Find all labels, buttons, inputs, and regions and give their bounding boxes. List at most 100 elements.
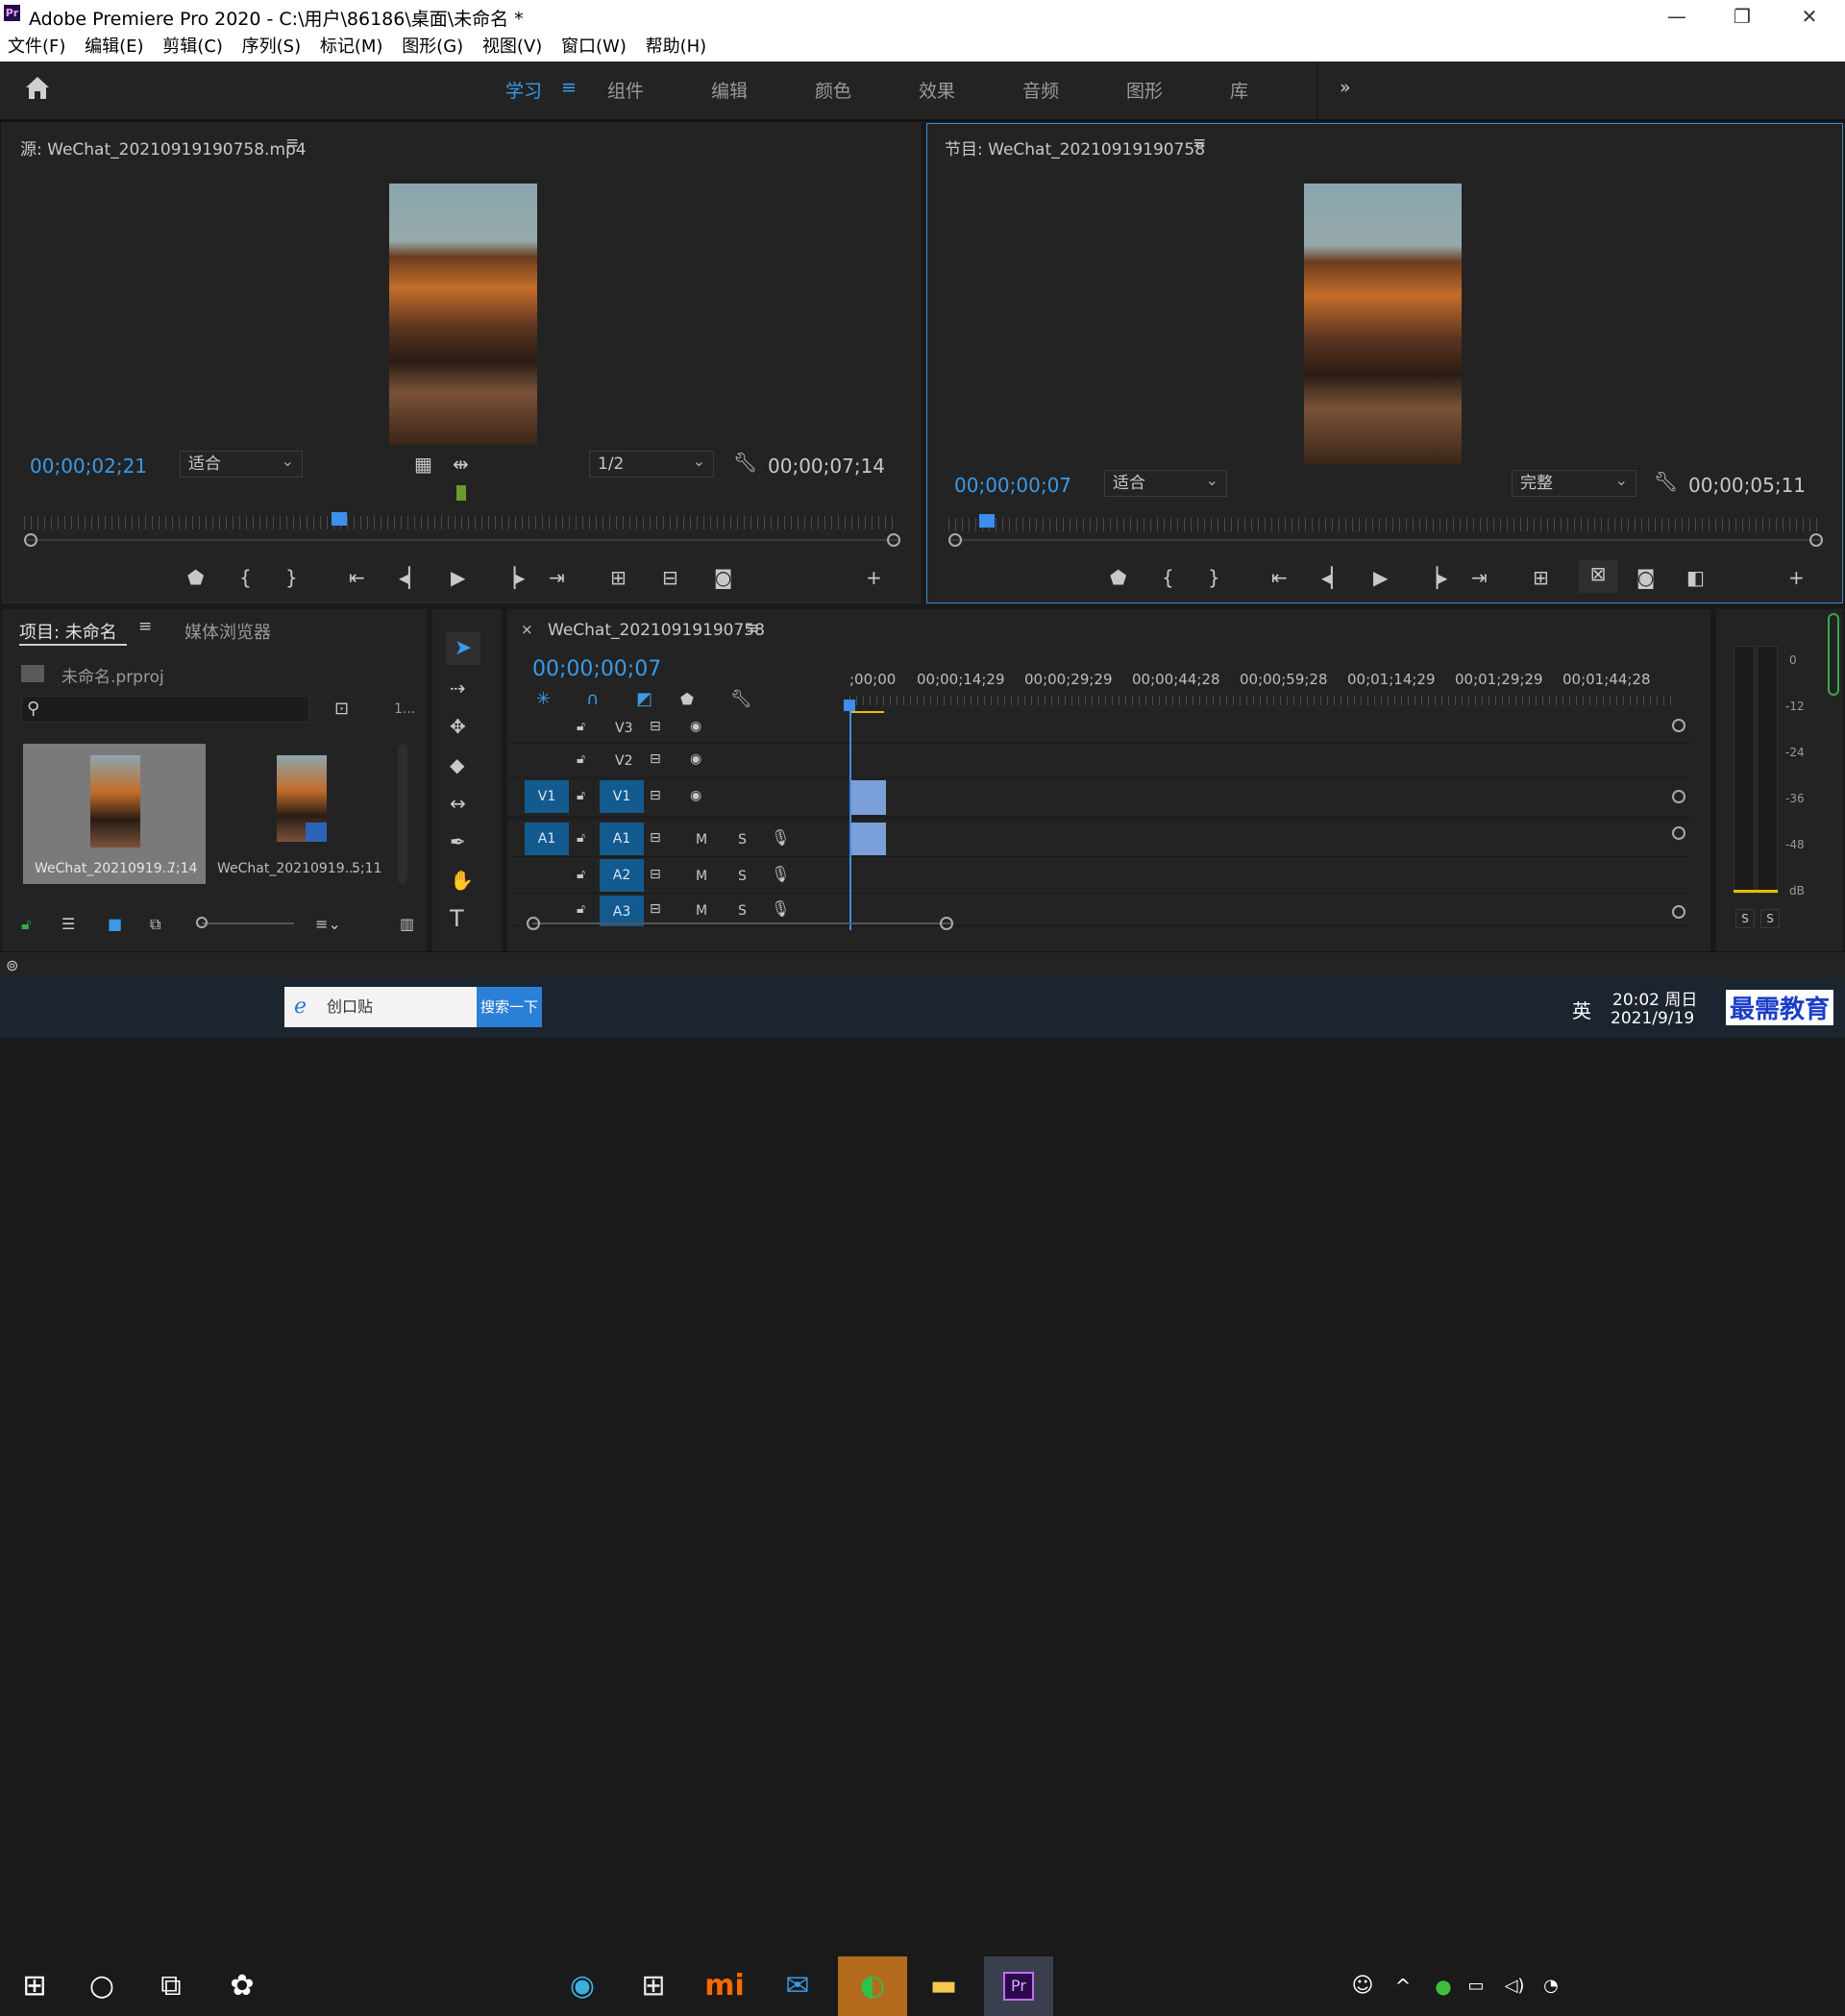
maximize-button[interactable]: ❐ [1709, 0, 1776, 33]
premiere-taskbar-icon[interactable]: Pr [984, 1956, 1053, 2016]
ime-indicator[interactable]: 英 [1572, 996, 1591, 1023]
workspace-tab-audio[interactable]: 音频 [1022, 77, 1059, 103]
freeform-view-icon[interactable]: ⧉ [150, 911, 160, 938]
clock-time[interactable]: 20:02 周日 [1612, 986, 1697, 1010]
workspace-tab-color[interactable]: 颜色 [815, 77, 851, 103]
wrench-icon[interactable]: 🔧︎ [733, 449, 757, 476]
program-zoom-handle-right[interactable] [1809, 533, 1823, 547]
track-select-tool-icon[interactable]: ⇢ [450, 675, 466, 701]
solo-button[interactable]: S [738, 869, 747, 884]
menu-view[interactable]: 视图(V) [482, 37, 542, 57]
lock-track-icon[interactable]: 🔓︎ [577, 896, 585, 922]
minimize-button[interactable]: — [1643, 0, 1710, 33]
sync-lock-icon[interactable]: ⊟ [650, 824, 661, 851]
store-icon[interactable]: ⊞ [625, 1956, 682, 2016]
eye-icon[interactable]: ◉ [690, 782, 701, 809]
program-fit-dropdown[interactable]: 适合 [1104, 468, 1227, 497]
program-step-forward-icon[interactable]: ▕▸ [1423, 564, 1447, 591]
pen-tool-icon[interactable]: ✒ [450, 828, 466, 855]
workspace-tab-effects[interactable]: 效果 [919, 77, 955, 103]
taskbar-search-button[interactable]: 搜索一下 [477, 987, 542, 1027]
mi-icon[interactable]: mi [696, 1956, 753, 2016]
workspace-menu-icon[interactable]: ≡ [561, 77, 577, 98]
program-monitor-title[interactable]: 节目: WeChat_20210919190758 [945, 135, 1205, 160]
solo-button[interactable]: S [738, 832, 747, 848]
add-marker-icon[interactable]: ⬟ [187, 564, 204, 591]
timeline-menu-icon[interactable]: ≡ [746, 619, 759, 638]
program-zoom-handle-left[interactable] [948, 533, 962, 547]
mark-in-icon[interactable]: { [239, 564, 252, 591]
mark-out-icon[interactable]: } [285, 564, 298, 591]
new-bin-icon[interactable]: ⊡ [334, 696, 349, 723]
track-name[interactable]: V2 [615, 753, 632, 769]
sync-lock-icon[interactable]: ⊟ [650, 713, 661, 740]
timeline-playhead-line[interactable] [849, 701, 851, 930]
workspace-tab-graphics[interactable]: 图形 [1126, 77, 1163, 103]
close-button[interactable]: ✕ [1776, 0, 1843, 33]
source-monitor-title[interactable]: 源: WeChat_20210919190758.mp4 [20, 135, 307, 160]
timeline-tab[interactable]: WeChat_20210919190758 [548, 621, 765, 640]
sync-lock-icon[interactable]: ⊟ [650, 896, 661, 922]
lock-track-icon[interactable]: 🔓︎ [577, 746, 585, 773]
source-time-ruler[interactable] [24, 516, 898, 529]
sync-lock-icon[interactable]: ⊟ [650, 782, 661, 809]
hand-tool-icon[interactable]: ✋ [450, 867, 474, 894]
workspace-tab-assembly[interactable]: 组件 [607, 77, 644, 103]
program-quality-dropdown[interactable]: 完整 [1512, 468, 1636, 497]
program-playhead-timecode[interactable]: 00;00;00;07 [954, 474, 1071, 497]
media-browser-tab[interactable]: 媒体浏览器 [184, 619, 271, 644]
track-name[interactable]: V3 [615, 721, 632, 736]
microphone-icon[interactable]: 🎙︎ [771, 896, 790, 922]
export-frame-icon[interactable]: ◙ [714, 564, 732, 591]
source-panel-menu-icon[interactable]: ≡ [285, 134, 299, 153]
mute-button[interactable]: M [696, 832, 707, 848]
taskbar-search-input[interactable]: ℯ 创口贴 [284, 987, 477, 1027]
project-item-sequence[interactable]: WeChat_20210919... 7;14 [23, 744, 206, 884]
drag-audio-video-icon[interactable]: ⇹ [453, 451, 469, 478]
track-target-a1[interactable]: A1 [600, 823, 644, 855]
h-scroll-handle-left[interactable] [527, 917, 540, 930]
selection-tool-icon[interactable]: ➤ [446, 632, 480, 665]
task-view-icon[interactable]: ⧉ [142, 1956, 200, 2016]
lock-track-icon[interactable]: 🔓︎ [577, 713, 585, 740]
program-zoom-bar[interactable] [948, 539, 1821, 541]
lock-track-icon[interactable]: 🔓︎ [577, 782, 585, 809]
icon-view-icon[interactable]: ■ [108, 911, 122, 938]
razor-tool-icon[interactable]: ◆ [450, 751, 464, 778]
meter-scrollbar[interactable] [1828, 613, 1839, 696]
start-menu-icon[interactable]: ⊞ [6, 1956, 63, 2016]
h-scroll-handle-right[interactable] [940, 917, 953, 930]
timeline-horizontal-scrollbar[interactable] [532, 922, 951, 924]
microphone-icon[interactable]: 🎙︎ [771, 861, 790, 888]
sync-lock-icon[interactable]: ⊟ [650, 861, 661, 888]
wifi-icon[interactable]: ◔ [1536, 1956, 1566, 2016]
tray-expand-icon[interactable]: ^ [1384, 1956, 1422, 2016]
program-export-frame-icon[interactable]: ◙ [1636, 564, 1655, 591]
thumbnail-size-slider[interactable] [202, 922, 294, 924]
lock-track-icon[interactable]: 🔓︎ [577, 861, 585, 888]
list-view-icon[interactable]: ☰ [62, 911, 75, 938]
vertical-scroll-handle-audio[interactable] [1672, 826, 1685, 840]
project-item-clip[interactable]: WeChat_20210919... 5;11 [208, 744, 390, 884]
sync-lock-icon[interactable]: ⊟ [650, 746, 661, 773]
menu-clip[interactable]: 剪辑(C) [162, 37, 223, 57]
thumbnail-size-handle[interactable] [196, 917, 208, 928]
project-search-input[interactable] [21, 696, 309, 723]
lock-track-icon[interactable]: 🔓︎ [577, 824, 585, 851]
source-add-button-icon[interactable]: + [866, 564, 882, 591]
linked-selection-icon[interactable]: ◩ [636, 686, 652, 713]
step-forward-icon[interactable]: ▕▸ [501, 564, 525, 591]
mute-button[interactable]: M [696, 903, 707, 919]
ripple-edit-tool-icon[interactable]: ✥ [450, 713, 466, 740]
timeline-ruler[interactable]: ;00;00 00;00;14;29 00;00;29;29 00;00;44;… [849, 671, 1693, 709]
vertical-scroll-handle-mid[interactable] [1672, 790, 1685, 803]
menu-graphics[interactable]: 图形(G) [402, 37, 463, 57]
timeline-marker-icon[interactable]: ⬟ [680, 686, 694, 713]
menu-window[interactable]: 窗口(W) [561, 37, 627, 57]
nest-sequence-icon[interactable]: ✳ [536, 686, 551, 713]
source-fit-dropdown[interactable]: 适合 [180, 449, 303, 478]
program-add-marker-icon[interactable]: ⬟ [1110, 564, 1126, 591]
wechat-icon[interactable]: ◐ [838, 1956, 907, 2016]
project-scrollbar[interactable] [398, 744, 407, 884]
timeline-timecode[interactable]: 00;00;00;07 [532, 657, 661, 681]
